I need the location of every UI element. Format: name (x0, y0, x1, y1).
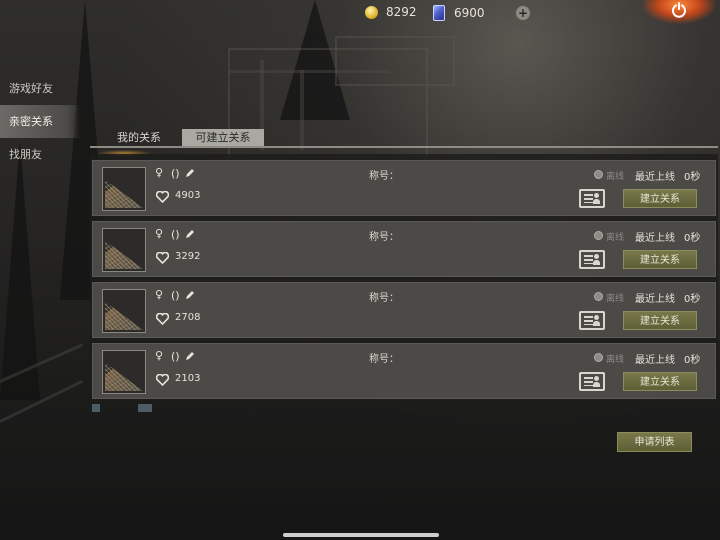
relationship-card: ♀ () 2103 称号： 离线 最近上线 0秒 建立关系 (92, 343, 716, 399)
intimacy-score: 4903 (175, 190, 201, 201)
profile-card-icon[interactable] (579, 372, 605, 391)
last-online-value: 0秒 (684, 233, 701, 244)
player-name: () (171, 167, 180, 180)
avatar[interactable] (102, 350, 146, 394)
tab-available-relations[interactable]: 可建立关系 (182, 129, 264, 146)
power-icon (672, 2, 686, 18)
heart-icon (156, 191, 169, 203)
title-label: 称号： (369, 171, 399, 182)
avatar[interactable] (102, 289, 146, 333)
female-icon: ♀ (155, 166, 164, 179)
build-relation-button[interactable]: 建立关系 (623, 250, 697, 269)
home-indicator[interactable] (283, 533, 439, 537)
relationship-card: ♀ () 2708 称号： 离线 最近上线 0秒 建立关系 (92, 282, 716, 338)
nav-item-label: 游戏好友 (9, 82, 53, 95)
player-name: () (171, 350, 180, 363)
profile-card-icon[interactable] (579, 189, 605, 208)
nav-item-label: 亲密关系 (9, 115, 53, 128)
status-text: 离线 (606, 172, 625, 182)
title-label: 称号： (369, 354, 399, 365)
status-text: 离线 (606, 233, 625, 243)
last-online-value: 0秒 (684, 355, 701, 366)
offline-status-dot (594, 170, 603, 179)
title-label: 称号： (369, 232, 399, 243)
side-nav: 游戏好友 亲密关系 找朋友 (0, 72, 80, 171)
profile-card-icon[interactable] (579, 311, 605, 330)
avatar[interactable] (102, 228, 146, 272)
tab-my-relations[interactable]: 我的关系 (96, 129, 182, 146)
relationship-list[interactable]: ♀ () 4903 称号： 离线 最近上线 0秒 建立关系 ♀ () 3292 … (90, 154, 718, 412)
offline-status-dot (594, 353, 603, 362)
female-icon: ♀ (155, 349, 164, 362)
status-text: 离线 (606, 355, 625, 365)
nav-item-find-friends[interactable]: 找朋友 (0, 138, 80, 171)
intimacy-score: 2103 (175, 373, 201, 384)
gold-display: 8292 (365, 5, 417, 19)
nav-item-intimate-relations[interactable]: 亲密关系 (0, 105, 80, 138)
avatar[interactable] (102, 167, 146, 211)
relation-tabs: 我的关系 可建立关系 (96, 129, 264, 146)
heart-icon (156, 252, 169, 264)
last-online-label: 最近上线 (635, 172, 675, 183)
last-online-label: 最近上线 (635, 294, 675, 305)
pencil-icon[interactable] (185, 351, 195, 361)
offline-status-dot (594, 231, 603, 240)
gold-coin-icon (365, 5, 378, 19)
list-bottom-decoration (92, 404, 152, 412)
gem-amount: 6900 (454, 6, 485, 20)
gold-amount: 8292 (386, 5, 417, 19)
offline-status-dot (594, 292, 603, 301)
pencil-icon[interactable] (185, 290, 195, 300)
profile-card-icon[interactable] (579, 250, 605, 269)
female-icon: ♀ (155, 227, 164, 240)
last-online-value: 0秒 (684, 172, 701, 183)
intimacy-score: 3292 (175, 251, 201, 262)
gem-display: 6900 (433, 5, 485, 21)
pencil-icon[interactable] (185, 229, 195, 239)
build-relation-button[interactable]: 建立关系 (623, 311, 697, 330)
title-label: 称号： (369, 293, 399, 304)
last-online-label: 最近上线 (635, 233, 675, 244)
relationship-card: ♀ () 3292 称号： 离线 最近上线 0秒 建立关系 (92, 221, 716, 277)
tab-divider (90, 146, 718, 148)
build-relation-button[interactable]: 建立关系 (623, 189, 697, 208)
pencil-icon[interactable] (185, 168, 195, 178)
last-online-label: 最近上线 (635, 355, 675, 366)
player-name: () (171, 289, 180, 302)
gem-card-icon (433, 5, 445, 21)
power-button[interactable] (642, 0, 716, 24)
heart-icon (156, 313, 169, 325)
plus-circle-icon[interactable]: + (516, 6, 530, 20)
female-icon: ♀ (155, 288, 164, 301)
nav-item-label: 找朋友 (9, 148, 42, 161)
intimacy-score: 2708 (175, 312, 201, 323)
last-online-value: 0秒 (684, 294, 701, 305)
heart-icon (156, 374, 169, 386)
player-name: () (171, 228, 180, 241)
apply-list-button[interactable]: 申请列表 (617, 432, 692, 452)
status-text: 离线 (606, 294, 625, 304)
nav-item-game-friends[interactable]: 游戏好友 (0, 72, 80, 105)
build-relation-button[interactable]: 建立关系 (623, 372, 697, 391)
relationship-card: ♀ () 4903 称号： 离线 最近上线 0秒 建立关系 (92, 160, 716, 216)
